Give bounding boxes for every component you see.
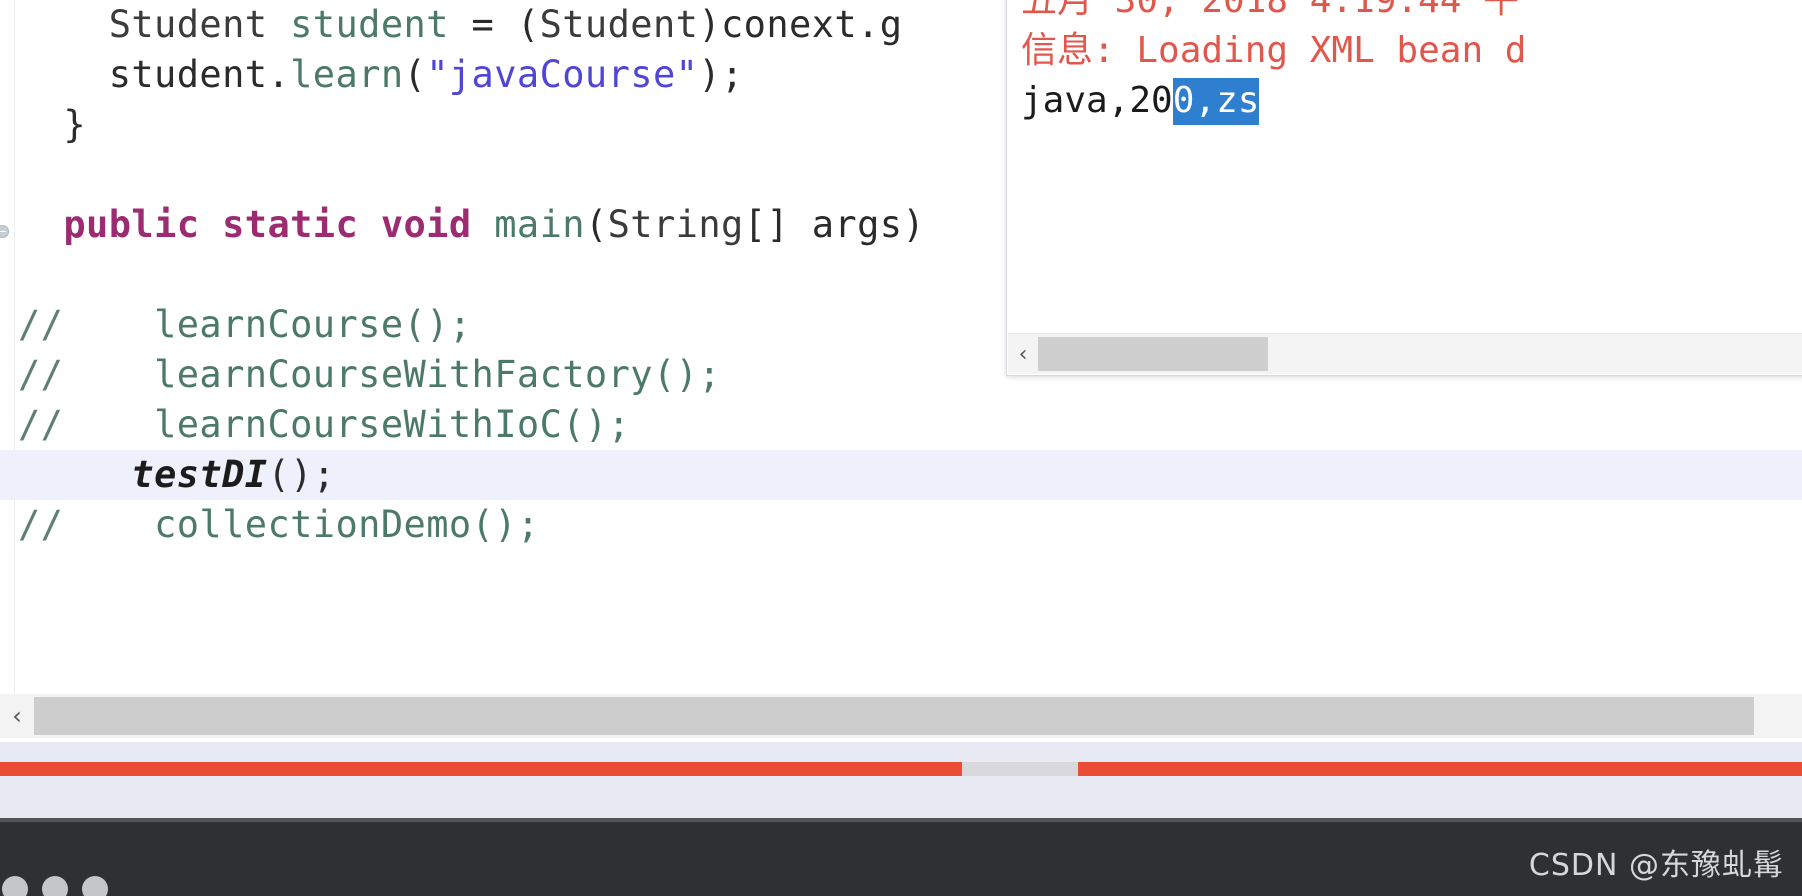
code-line-text: student.learn("javaCourse"); — [0, 53, 744, 96]
status-band-lower — [0, 776, 1802, 820]
code-token: = ( — [448, 3, 540, 46]
console-line-text: 五月 30, 2018 4:19:44 午 — [1021, 0, 1520, 21]
footer-bar: CSDN @东豫虬髯 — [0, 822, 1802, 896]
code-token: ( — [584, 203, 608, 246]
footer-dot-icon — [42, 876, 68, 896]
console-horizontal-scrollbar[interactable]: ‹ — [1008, 333, 1802, 374]
code-token: [] args) — [743, 203, 926, 246]
code-line-text: // learnCourseWithFactory(); — [0, 353, 721, 396]
line-comment-collectiondemo[interactable]: // collectionDemo(); — [0, 500, 1802, 550]
code-token: String — [607, 203, 744, 246]
editor-scrollbar-track[interactable] — [34, 694, 1802, 738]
accent-bar — [0, 762, 1802, 776]
code-token: Student — [18, 3, 268, 46]
console-info[interactable]: 信息: Loading XML bean d — [1021, 26, 1802, 76]
console-scroll-left-arrow-icon[interactable]: ‹ — [1008, 334, 1038, 374]
code-token: learnCourseWithIoC(); — [154, 403, 631, 446]
code-token: learnCourseWithFactory(); — [154, 353, 721, 396]
code-line-text — [0, 153, 41, 196]
line-comment-learncoursewithioc[interactable]: // learnCourseWithIoC(); — [0, 400, 1802, 450]
code-token: // — [18, 303, 64, 346]
code-line-text — [0, 253, 41, 296]
code-token: testDI — [131, 453, 268, 496]
code-token: student — [290, 3, 449, 46]
console-scrollbar-thumb[interactable] — [1038, 337, 1268, 371]
console-output-panel[interactable]: 五月 30, 2018 4:19:44 午信息: Loading XML bea… — [1006, 0, 1802, 376]
code-line-text: public static void main(String[] args) — [0, 203, 925, 246]
editor-scroll-left-arrow-icon[interactable]: ‹ — [0, 694, 34, 738]
code-token: } — [18, 103, 87, 146]
line-testdi[interactable]: testDI(); — [0, 450, 1802, 500]
code-token: )conext.g — [698, 3, 903, 46]
code-token: Student — [539, 3, 699, 46]
status-band-upper — [0, 742, 1802, 762]
code-line-text: Student student = (Student)conext.g — [0, 3, 902, 46]
console-scrollbar-track[interactable] — [1038, 334, 1802, 374]
screenshot-root: Student student = (Student)conext.g stud… — [0, 0, 1802, 896]
editor-scrollbar-thumb[interactable] — [34, 697, 1754, 735]
code-token: collectionDemo(); — [154, 503, 540, 546]
code-line-text: // learnCourse(); — [0, 303, 472, 346]
code-token: "javaCourse" — [426, 53, 699, 96]
code-line-text: // collectionDemo(); — [0, 503, 540, 546]
code-token: ( — [403, 53, 427, 96]
code-line-text: } — [0, 103, 86, 146]
footer-dot-icon — [2, 876, 28, 896]
code-token: public static void — [63, 203, 472, 246]
console-timestamp[interactable]: 五月 30, 2018 4:19:44 午 — [1021, 0, 1802, 26]
console-selected-text[interactable]: 0,zs — [1172, 78, 1260, 125]
code-token: // — [18, 403, 64, 446]
code-line-text: testDI(); — [0, 453, 335, 496]
code-token: (); — [267, 453, 336, 496]
console-text-before-selection: java,20 — [1021, 80, 1173, 121]
code-token: main — [494, 203, 585, 246]
console-text-area[interactable]: 五月 30, 2018 4:19:44 午信息: Loading XML bea… — [1007, 0, 1802, 333]
csdn-watermark: CSDN @东豫虬髯 — [1528, 848, 1784, 883]
code-token: student. — [18, 53, 291, 96]
footer-dot-icon — [82, 876, 108, 896]
code-token: // — [18, 503, 64, 546]
console-output[interactable]: java,200,zs — [1021, 76, 1802, 126]
editor-horizontal-scrollbar[interactable]: ‹ — [0, 694, 1802, 738]
code-token: learn — [290, 53, 404, 96]
accent-bar-gap — [962, 762, 1078, 776]
code-token: ); — [698, 53, 744, 96]
console-line-text: 信息: Loading XML bean d — [1021, 30, 1527, 71]
code-line-text: // learnCourseWithIoC(); — [0, 403, 630, 446]
code-token: // — [18, 353, 64, 396]
code-token: learnCourse(); — [154, 303, 472, 346]
